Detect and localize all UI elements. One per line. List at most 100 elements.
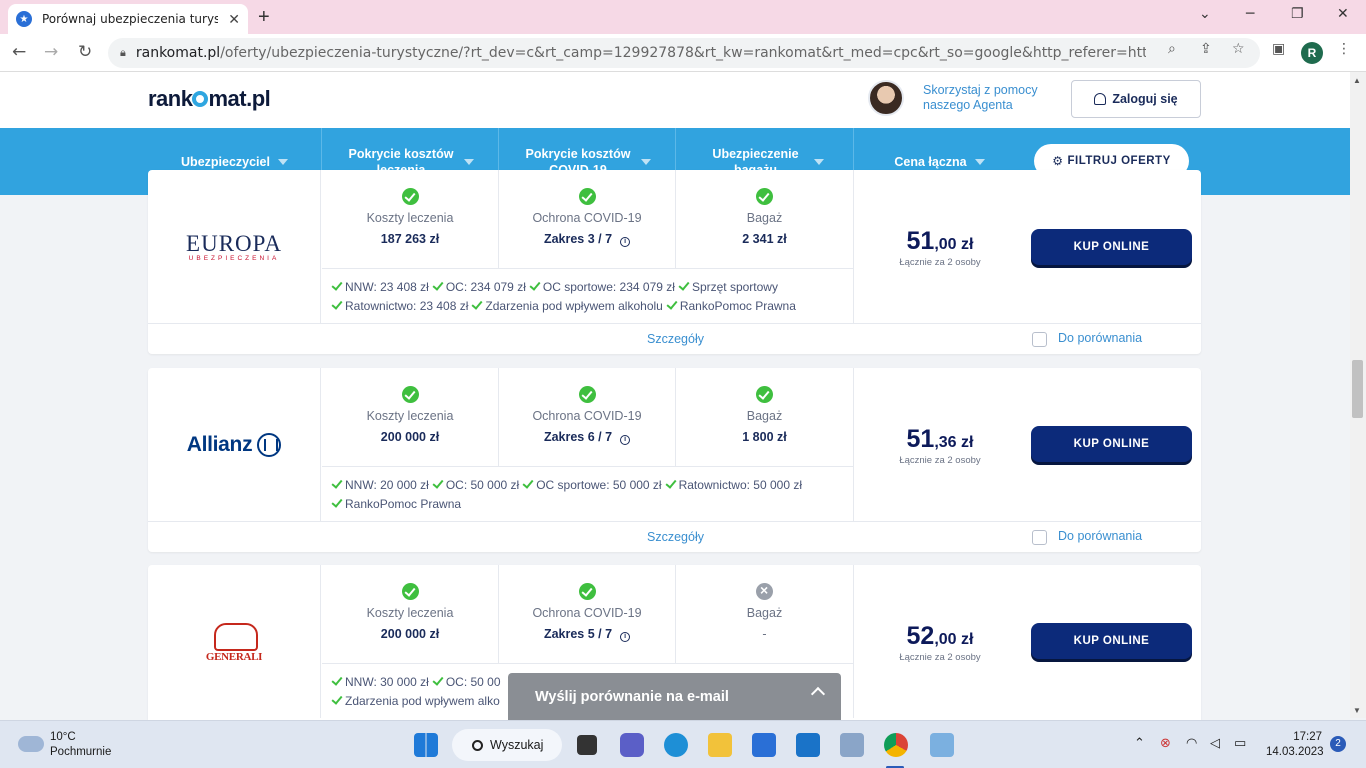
file-explorer-icon[interactable] xyxy=(708,733,732,757)
check-icon xyxy=(578,386,596,403)
profile-avatar[interactable]: R xyxy=(1301,42,1323,64)
close-window-icon[interactable]: ✕ xyxy=(1337,6,1349,22)
weather-widget[interactable]: 10°C Pochmurnie xyxy=(50,730,111,760)
compare-label[interactable]: Do porównania xyxy=(1058,529,1142,543)
scroll-up-icon[interactable]: ▲ xyxy=(1353,76,1361,85)
address-bar[interactable]: 🔒︎ rankomat.pl/oferty/ubezpieczenia-tury… xyxy=(108,38,1260,68)
edge-icon[interactable] xyxy=(664,733,688,757)
insurer-logo-cell: EUROPA UBEZPIECZENIA xyxy=(148,170,321,323)
buy-online-button[interactable]: KUP ONLINE xyxy=(1031,426,1192,462)
insurer-logo-cell: GENERALI xyxy=(148,565,321,718)
medical-coverage: Koszty leczenia 187 263 zł xyxy=(322,170,499,268)
windows-start-icon[interactable] xyxy=(414,733,438,757)
buy-online-button[interactable]: KUP ONLINE xyxy=(1031,229,1192,265)
check-icon xyxy=(578,188,596,205)
info-icon[interactable]: i xyxy=(620,237,631,247)
details-link[interactable]: Szczegóły xyxy=(647,332,704,346)
email-comparison-bar[interactable]: Wyślij porównanie na e-mail xyxy=(508,673,841,720)
rankomat-logo[interactable]: rank mat.pl xyxy=(148,86,271,112)
sidepanel-icon[interactable]: ▣ xyxy=(1272,41,1285,57)
europa-logo: EUROPA UBEZPIECZENIA xyxy=(186,231,282,262)
volume-icon[interactable]: ◁ xyxy=(1210,736,1220,751)
mail-icon[interactable] xyxy=(796,733,820,757)
extra-item: Ratownictwo: 23 408 zł xyxy=(332,299,468,313)
chevron-up-icon[interactable] xyxy=(810,686,826,702)
price-total: 51,00 zł Łącznie za 2 osoby xyxy=(899,227,981,268)
offer-card: Allianz Koszty leczenia 200 000 zł Ochron… xyxy=(148,368,1201,552)
offer-card: EUROPA UBEZPIECZENIA Koszty leczenia 187 … xyxy=(148,170,1201,354)
agent-help-link[interactable]: Skorzystaj z pomocy naszego Agenta xyxy=(923,83,1053,113)
close-tab-icon[interactable]: ✕ xyxy=(228,11,240,28)
search-icon xyxy=(472,739,483,751)
extra-item: Sprzęt sportowy xyxy=(679,280,778,294)
battery-icon[interactable]: ▭ xyxy=(1234,736,1246,751)
extra-item: NNW: 20 000 zł xyxy=(332,478,429,492)
compare-label[interactable]: Do porównania xyxy=(1058,331,1142,345)
site-header: rank mat.pl Skorzystaj z pomocy naszego A… xyxy=(0,72,1350,128)
info-icon[interactable]: i xyxy=(620,435,631,445)
info-icon[interactable]: i xyxy=(620,632,631,642)
forward-icon[interactable]: → xyxy=(44,42,58,62)
back-icon[interactable]: ← xyxy=(12,42,26,62)
scrollbar-thumb[interactable] xyxy=(1352,360,1363,418)
bookmark-star-icon[interactable]: ☆ xyxy=(1232,41,1245,57)
store-icon[interactable] xyxy=(752,733,776,757)
taskbar-clock[interactable]: 17:27 14.03.2023 xyxy=(1266,730,1324,760)
notepad-icon[interactable] xyxy=(840,733,864,757)
cross-icon xyxy=(756,582,773,600)
minimize-icon[interactable]: ─ xyxy=(1246,6,1254,22)
agent-avatar[interactable] xyxy=(868,80,904,116)
zoom-search-icon[interactable]: ⌕ xyxy=(1168,41,1176,57)
price-total: 51,36 zł Łącznie za 2 osoby xyxy=(899,425,981,466)
extra-item: NNW: 30 000 zł xyxy=(332,675,429,689)
gear-icon: ⚙ xyxy=(1052,154,1064,168)
tray-chevron-icon[interactable]: ⌃ xyxy=(1134,736,1145,751)
browser-tabstrip: ★ Porównaj ubezpieczenia turystyczne ✕ +… xyxy=(0,0,1366,34)
restore-icon[interactable]: ❐ xyxy=(1291,6,1304,22)
url-text: rankomat.pl/oferty/ubezpieczenia-turysty… xyxy=(135,45,1146,61)
card-footer: Szczegóły Do porównania xyxy=(148,521,1201,552)
wifi-icon[interactable]: ◠ xyxy=(1186,736,1197,751)
compare-checkbox[interactable] xyxy=(1032,332,1047,347)
taskbar-search[interactable]: Wyszukaj xyxy=(452,729,562,761)
extra-item: Zdarzenia pod wpływem alkoholu xyxy=(472,299,662,313)
login-button[interactable]: Zaloguj się xyxy=(1071,80,1201,118)
extra-item: OC: 50 000 zł xyxy=(433,478,519,492)
baggage-coverage: Bagaż 1 800 zł xyxy=(676,368,854,466)
user-icon xyxy=(1094,93,1107,105)
notification-badge[interactable]: 2 xyxy=(1330,736,1346,752)
compare-checkbox[interactable] xyxy=(1032,530,1047,545)
chat-icon[interactable] xyxy=(620,733,644,757)
buy-online-button[interactable]: KUP ONLINE xyxy=(1031,623,1192,659)
medical-coverage: Koszty leczenia 200 000 zł xyxy=(322,565,499,663)
tab-search-chevron-icon[interactable]: ⌄ xyxy=(1199,6,1211,22)
covid-coverage: Ochrona COVID-19 Zakres 5 / 7i xyxy=(499,565,676,663)
allianz-logo: Allianz xyxy=(187,432,282,457)
tab-title: Porównaj ubezpieczenia turystyczne xyxy=(42,12,218,26)
share-icon[interactable]: ⇪ xyxy=(1200,41,1212,57)
check-icon xyxy=(401,386,419,403)
logo-ring-icon xyxy=(192,91,209,107)
reload-icon[interactable]: ↻ xyxy=(78,42,92,62)
extra-item: Ratownictwo: 50 000 zł xyxy=(666,478,802,492)
extra-item: OC sportowe: 234 079 zł xyxy=(530,280,675,294)
chrome-icon[interactable] xyxy=(884,733,908,757)
details-link[interactable]: Szczegóły xyxy=(647,530,704,544)
network-alert-icon[interactable]: ⊗ xyxy=(1160,736,1171,751)
baggage-coverage: Bagaż- xyxy=(676,565,854,663)
caret-down-icon xyxy=(974,158,985,165)
caret-down-icon xyxy=(641,158,651,165)
check-icon xyxy=(578,583,596,600)
cloud-icon[interactable] xyxy=(18,736,44,752)
browser-toolbar: ← → ↻ 🔒︎ rankomat.pl/oferty/ubezpieczeni… xyxy=(0,34,1366,72)
lock-icon[interactable]: 🔒︎ xyxy=(120,47,126,60)
covid-coverage: Ochrona COVID-19 Zakres 6 / 7i xyxy=(499,368,676,466)
onedrive-folder-icon[interactable] xyxy=(930,733,954,757)
extra-item: RankoPomoc Prawna xyxy=(667,299,796,313)
browser-tab[interactable]: ★ Porównaj ubezpieczenia turystyczne ✕ xyxy=(8,4,248,34)
check-icon xyxy=(401,188,419,205)
menu-dots-icon[interactable]: ⋮ xyxy=(1337,41,1351,57)
new-tab-button[interactable]: + xyxy=(258,6,270,29)
scroll-down-icon[interactable]: ▼ xyxy=(1353,706,1361,715)
task-view-icon[interactable] xyxy=(577,735,597,755)
